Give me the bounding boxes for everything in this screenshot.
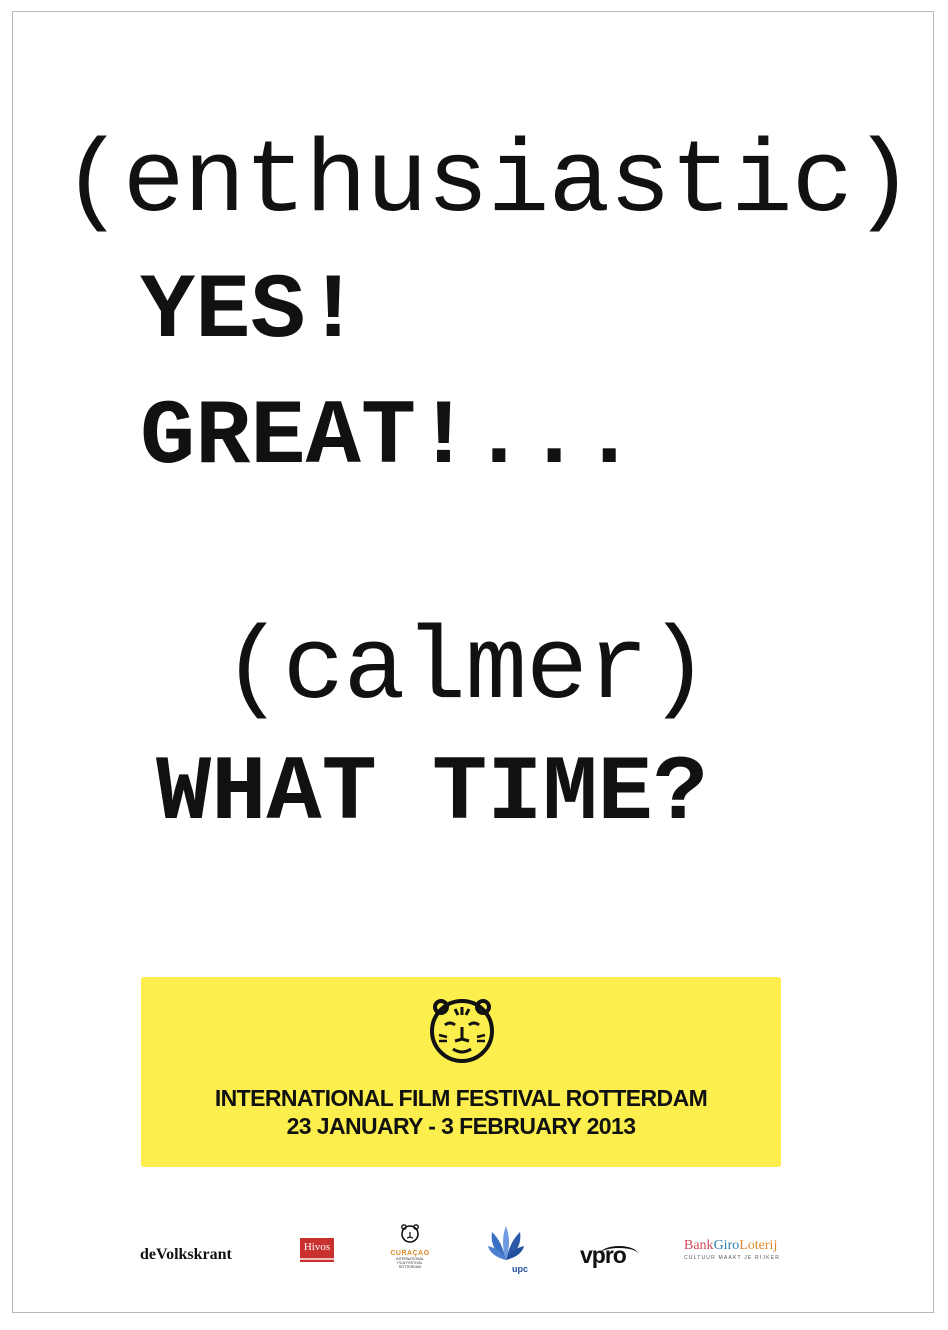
sponsor-hivos-logo: Hivos bbox=[300, 1238, 334, 1262]
line-yes: YES! bbox=[140, 259, 361, 364]
sponsor-vpro-logo: vpro bbox=[580, 1242, 638, 1269]
line-great: GREAT!... bbox=[140, 385, 637, 490]
festival-dates: 23 JANUARY - 3 FEBRUARY 2013 bbox=[286, 1113, 636, 1139]
sponsor-upc-logo: upc bbox=[486, 1224, 538, 1278]
tiger-icon bbox=[430, 999, 494, 1063]
upc-label: upc bbox=[512, 1264, 529, 1274]
sponsor-bankgiroloterij-logo: BankGiroLoterij CULTUUR MAAKT JE RIJKER bbox=[684, 1238, 794, 1261]
sponsor-volkskrant-logo: deVolkskrant bbox=[140, 1246, 232, 1263]
line-enthusiastic: (enthusiastic) bbox=[62, 124, 914, 241]
festival-banner: INTERNATIONAL FILM FESTIVAL ROTTERDAM 23… bbox=[141, 977, 781, 1167]
curacao-sub-3: ROTTERDAM bbox=[398, 1265, 422, 1269]
bankgiroloterij-wordmark: BankGiroLoterij bbox=[684, 1238, 794, 1254]
upc-flower-icon bbox=[488, 1226, 524, 1260]
bank-part-1: Bank bbox=[684, 1238, 714, 1253]
bank-part-2: Giro bbox=[713, 1238, 740, 1253]
sponsor-curacao-logo: CURAÇAO INTERNATIONAL FILM FESTIVAL ROTT… bbox=[386, 1222, 434, 1282]
hivos-tagline-bar bbox=[300, 1258, 334, 1260]
bankgiroloterij-tagline: CULTUUR MAAKT JE RIJKER bbox=[684, 1255, 781, 1261]
line-calmer: (calmer) bbox=[222, 611, 709, 728]
bank-part-3: Loterij bbox=[739, 1238, 778, 1253]
hivos-label: Hivos bbox=[303, 1241, 331, 1253]
vpro-swoosh bbox=[600, 1246, 638, 1262]
line-what-time: WHAT TIME? bbox=[156, 741, 709, 846]
tiger-small-icon bbox=[401, 1224, 419, 1243]
curacao-label: CURAÇAO bbox=[390, 1250, 430, 1257]
festival-name: INTERNATIONAL FILM FESTIVAL ROTTERDAM bbox=[214, 1085, 708, 1111]
